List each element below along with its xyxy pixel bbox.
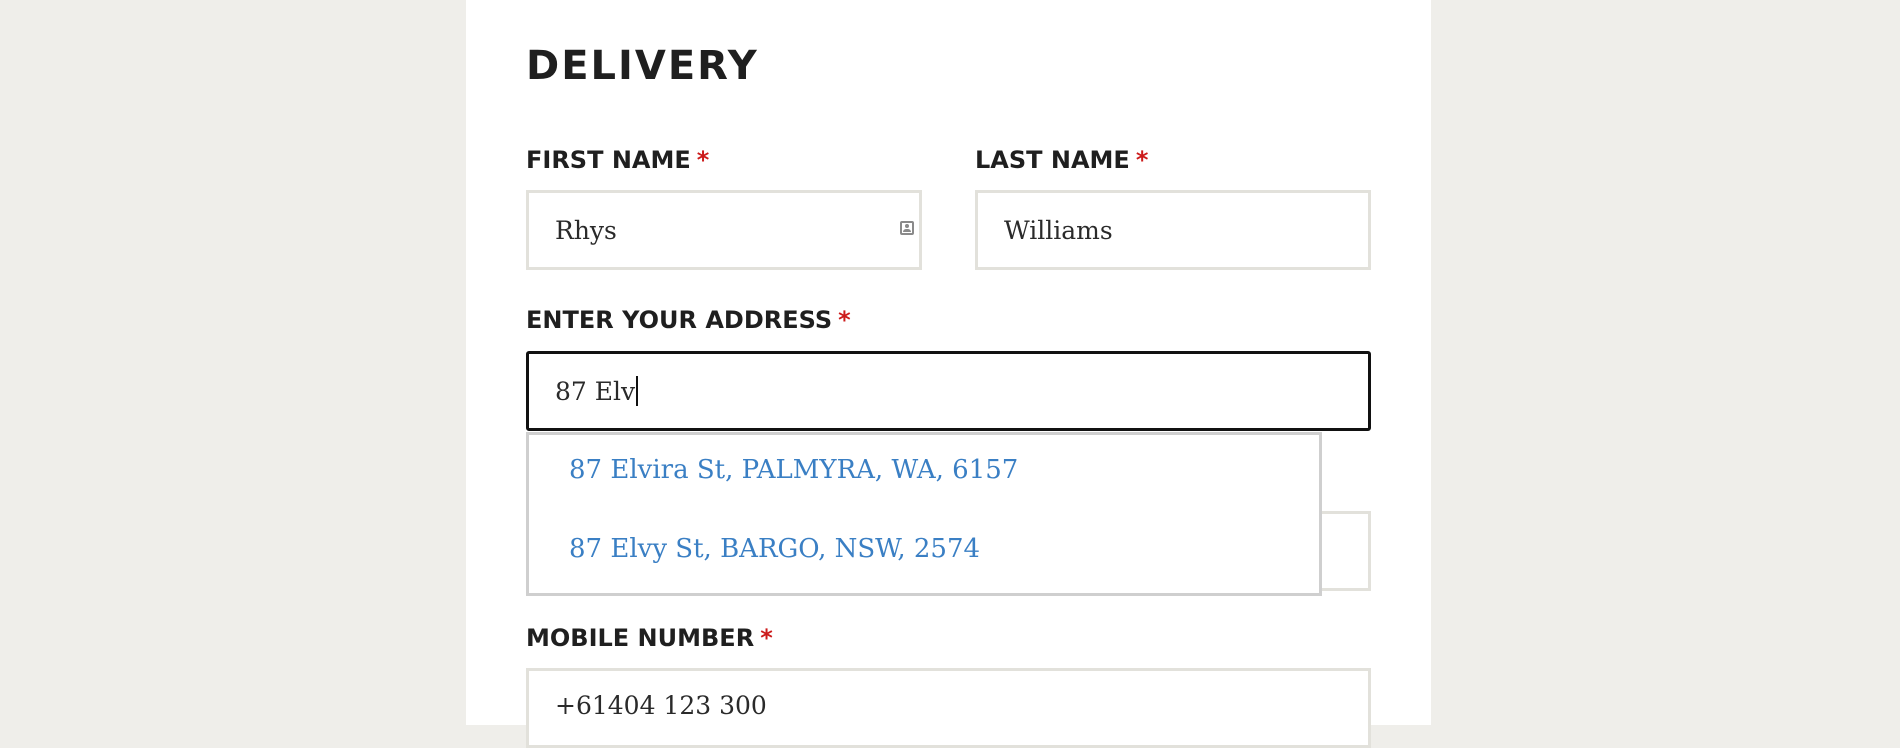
address-input-row: 87 Elv — [555, 354, 639, 428]
first-name-label-text: FIRST NAME — [526, 146, 691, 174]
last-name-field[interactable]: Williams — [975, 190, 1371, 270]
address-search-input[interactable]: 87 Elv — [526, 351, 1371, 431]
required-marker: * — [1135, 146, 1149, 174]
required-marker: * — [838, 306, 851, 334]
required-marker: * — [696, 146, 710, 174]
address-suggestion-item[interactable]: 87 Elvy St, BARGO, NSW, 2574 — [569, 534, 980, 564]
required-marker: * — [760, 624, 773, 652]
mobile-number-field[interactable]: +61404 123 300 — [526, 668, 1371, 748]
address-label-text: ENTER YOUR ADDRESS — [526, 306, 833, 334]
address-label: ENTER YOUR ADDRESS * — [526, 304, 851, 336]
last-name-label: LAST NAME * — [975, 144, 1148, 176]
first-name-field[interactable]: Rhys — [526, 190, 922, 270]
last-name-label-text: LAST NAME — [975, 146, 1130, 174]
first-name-label: FIRST NAME * — [526, 144, 709, 176]
mobile-number-label: MOBILE NUMBER * — [526, 622, 773, 654]
address-suggestions-dropdown: 87 Elvira St, PALMYRA, WA, 6157 87 Elvy … — [526, 432, 1322, 596]
address-input-value: 87 Elv — [555, 376, 636, 406]
address-suggestion-item[interactable]: 87 Elvira St, PALMYRA, WA, 6157 — [569, 455, 1018, 485]
text-caret — [636, 376, 639, 406]
last-name-value: Williams — [1004, 215, 1113, 245]
first-name-value: Rhys — [555, 215, 617, 245]
mobile-number-label-text: MOBILE NUMBER — [526, 624, 755, 652]
contact-card-icon[interactable] — [900, 221, 914, 235]
section-heading: DELIVERY — [526, 43, 759, 89]
